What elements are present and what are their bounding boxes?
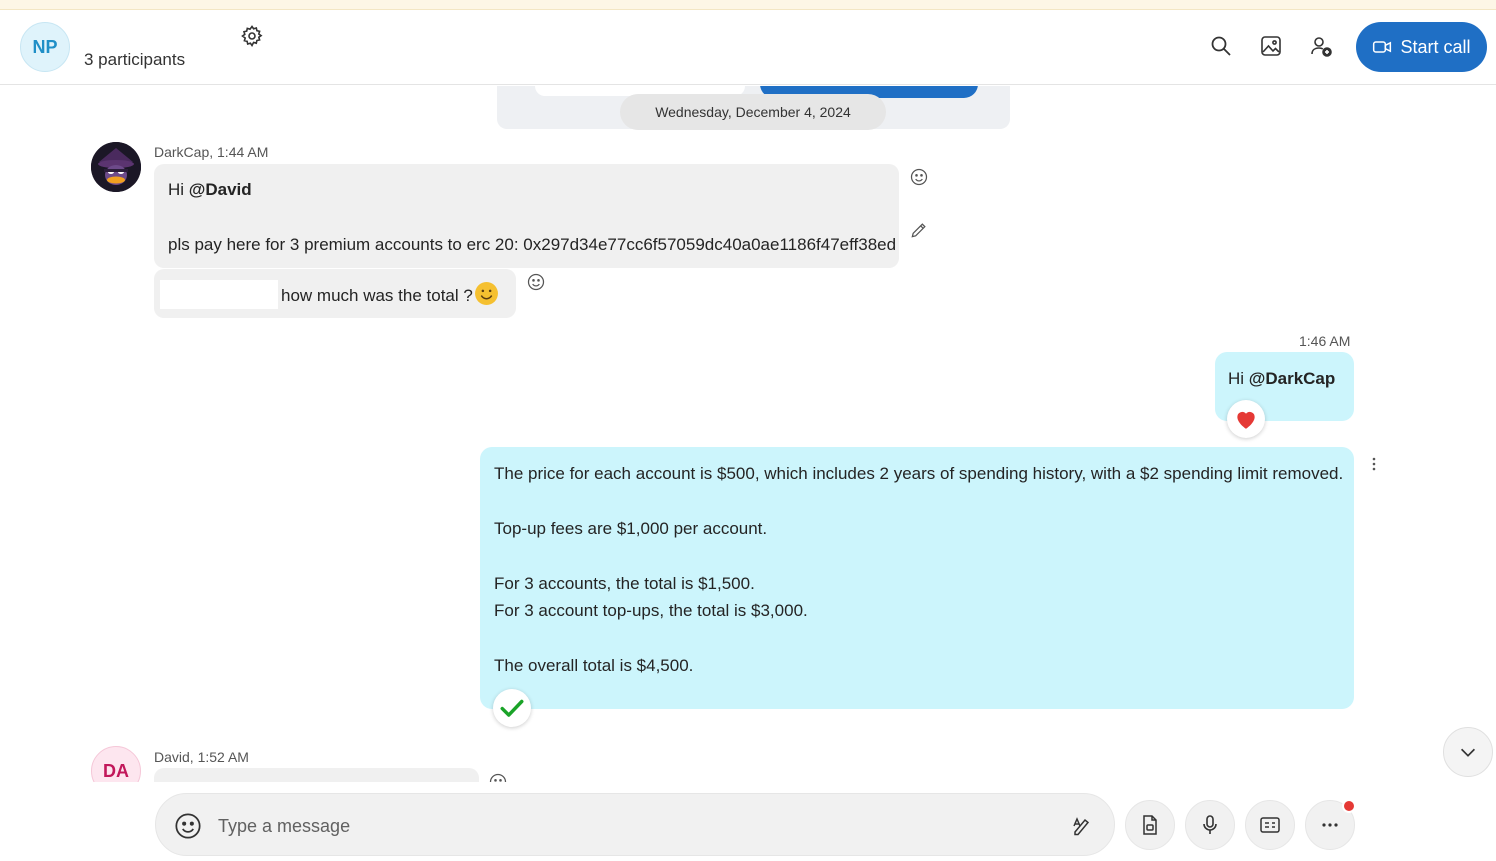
message-text: pls pay here for 3 premium accounts to e… [168, 235, 897, 254]
mention-darkcap[interactable]: @DarkCap [1249, 369, 1336, 388]
more-horizontal-icon [1322, 823, 1338, 827]
message-text: how much was the total ? [281, 286, 473, 305]
greeting-text: Hi [1228, 369, 1249, 388]
edit-icon[interactable] [909, 220, 929, 240]
message-text: The overall total is $4,500. [494, 656, 694, 675]
message-input[interactable] [218, 812, 1038, 840]
microphone-icon [1203, 815, 1217, 834]
add-reaction-icon[interactable] [526, 272, 546, 292]
sender-name-time: David, 1:52 AM [154, 749, 249, 765]
message-text: For 3 accounts, the total is $1,500. [494, 574, 755, 593]
check-reaction[interactable] [493, 689, 531, 727]
file-share-icon [1143, 815, 1157, 835]
video-call-icon [1373, 41, 1392, 53]
search-icon[interactable] [1209, 34, 1233, 58]
greeting-text: Hi [168, 180, 189, 199]
emoji-icon[interactable] [174, 812, 202, 840]
add-reaction-icon[interactable] [909, 167, 929, 187]
notification-dot [1342, 799, 1356, 813]
message-time: 1:46 AM [1299, 333, 1351, 349]
add-participant-icon[interactable] [1309, 34, 1333, 58]
message-bubble-outgoing[interactable]: The price for each account is $500, whic… [480, 447, 1354, 709]
formatting-pen-icon[interactable] [1070, 814, 1094, 838]
contact-card-icon [1260, 817, 1280, 833]
more-options-icon[interactable] [1368, 456, 1380, 472]
share-file-button[interactable] [1125, 800, 1175, 850]
sender-name-time: DarkCap, 1:44 AM [154, 144, 269, 160]
message-text: For 3 account top-ups, the total is $3,0… [494, 601, 808, 620]
avatar[interactable] [91, 142, 141, 192]
gear-icon[interactable] [240, 24, 264, 48]
message-greeting: Hi @David [168, 180, 252, 200]
message-bubble-incoming[interactable]: Hi @David pls pay here for 3 premium acc… [154, 164, 899, 268]
avatar[interactable]: DA [91, 746, 141, 782]
message-text: The price for each account is $500, whic… [494, 464, 1344, 483]
redacted-block [160, 280, 278, 309]
notification-strip [0, 0, 1496, 10]
message-bubble-incoming[interactable]: how much was the total ? [154, 269, 516, 318]
message-greeting: Hi @DarkCap [1228, 369, 1335, 389]
voice-message-button[interactable] [1185, 800, 1235, 850]
gallery-icon[interactable] [1259, 34, 1283, 58]
message-composer [155, 793, 1115, 856]
start-call-label: Start call [1400, 36, 1471, 57]
message-text: Top-up fees are $1,000 per account. [494, 519, 768, 538]
chat-header: NP 3 participants Start call [0, 10, 1496, 85]
participants-count[interactable]: 3 participants [84, 50, 185, 70]
contact-card-button[interactable] [1245, 800, 1295, 850]
heart-reaction[interactable] [1227, 400, 1265, 438]
chevron-down-icon [1460, 748, 1476, 757]
mention-david[interactable]: @David [189, 180, 252, 199]
message-bubble-incoming[interactable] [154, 768, 479, 782]
date-separator: Wednesday, December 4, 2024 [620, 94, 886, 130]
group-avatar[interactable]: NP [20, 22, 70, 72]
checkmark-icon [500, 699, 524, 717]
start-call-button[interactable]: Start call [1356, 22, 1487, 72]
heart-icon [1237, 411, 1255, 429]
smile-emoji-icon [475, 282, 498, 305]
scroll-to-bottom-button[interactable] [1443, 727, 1493, 777]
darkcap-avatar-image [91, 142, 141, 192]
add-reaction-icon[interactable] [488, 772, 508, 782]
message-list[interactable]: Wednesday, December 4, 2024 DarkCap, 1:4… [0, 86, 1496, 782]
